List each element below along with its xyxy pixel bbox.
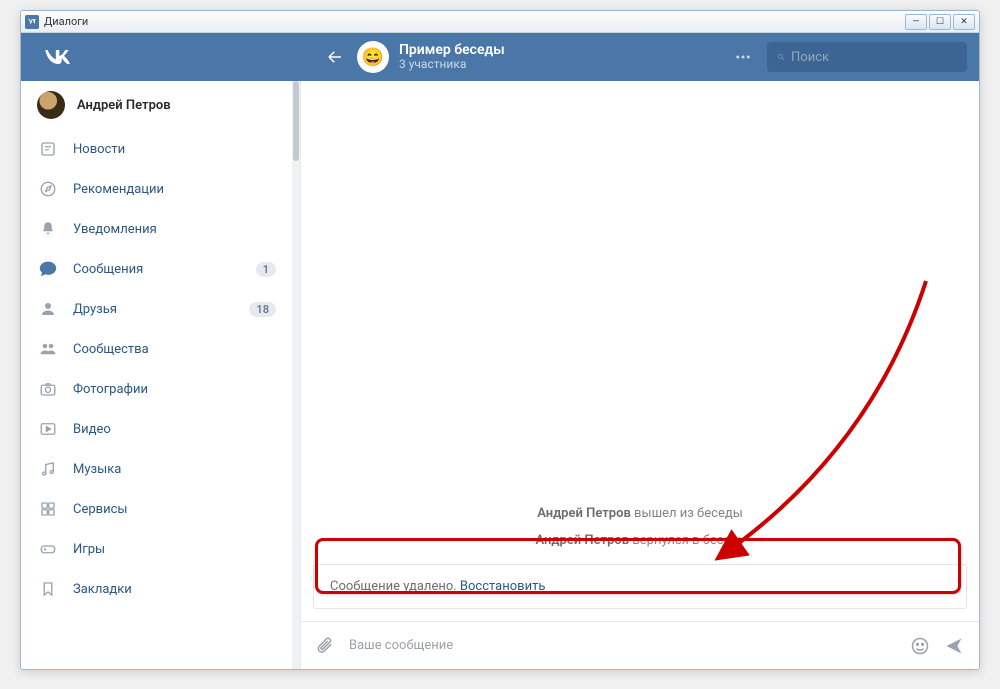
sidebar-item-bookmarks[interactable]: Закладки <box>21 569 300 609</box>
deleted-message-box: Сообщение удалено. Восстановить <box>313 564 967 609</box>
system-message-left: Андрей Петров вышел из беседы <box>301 500 979 527</box>
sidebar-scrollbar[interactable] <box>292 81 300 669</box>
profile-name: Андрей Петров <box>77 98 171 113</box>
window-title: Диалоги <box>44 15 903 28</box>
back-button[interactable] <box>321 43 349 71</box>
app-window: Диалоги — ☐ ✕ 😄 Пример беседы 3 участник… <box>20 10 980 670</box>
restore-link[interactable]: Восстановить <box>460 579 546 594</box>
message-list: Андрей Петров вышел из беседы Андрей Пет… <box>301 81 979 621</box>
close-button[interactable]: ✕ <box>953 14 975 30</box>
compass-icon <box>37 178 59 200</box>
sidebar-item-music[interactable]: Музыка <box>21 449 300 489</box>
app-body: 😄 Пример беседы 3 участника Андрей П <box>21 33 979 669</box>
send-button[interactable] <box>943 635 965 657</box>
composer-input[interactable] <box>349 638 897 653</box>
friends-badge: 18 <box>249 302 276 317</box>
search-box[interactable] <box>767 42 967 72</box>
messages-badge: 1 <box>256 262 276 277</box>
emoji-button[interactable] <box>909 635 931 657</box>
window-controls: — ☐ ✕ <box>903 14 975 30</box>
sidebar-item-messages[interactable]: Сообщения 1 <box>21 249 300 289</box>
sidebar-item-photos[interactable]: Фотографии <box>21 369 300 409</box>
deleted-message-text: Сообщение удалено. <box>330 579 460 594</box>
chat-more-button[interactable] <box>727 48 759 66</box>
profile-avatar <box>37 91 65 119</box>
news-icon <box>37 138 59 160</box>
sidebar-item-friends[interactable]: Друзья 18 <box>21 289 300 329</box>
sidebar-item-news[interactable]: Новости <box>21 129 300 169</box>
sidebar-item-notifications[interactable]: Уведомления <box>21 209 300 249</box>
chat-avatar[interactable]: 😄 <box>357 41 389 73</box>
titlebar: Диалоги — ☐ ✕ <box>21 11 979 33</box>
main-split: Андрей Петров Новости Рекомендации Уведо… <box>21 81 979 669</box>
video-icon <box>37 418 59 440</box>
search-icon <box>777 50 785 64</box>
sidebar-item-services[interactable]: Сервисы <box>21 489 300 529</box>
bell-icon <box>37 218 59 240</box>
minimize-button[interactable]: — <box>905 14 927 30</box>
vk-logo[interactable] <box>33 43 81 71</box>
chat-title: Пример беседы <box>399 42 505 58</box>
camera-icon <box>37 378 59 400</box>
music-icon <box>37 458 59 480</box>
sidebar-item-recommendations[interactable]: Рекомендации <box>21 169 300 209</box>
message-icon <box>37 258 59 280</box>
chat-titles: Пример беседы 3 участника <box>399 42 505 72</box>
system-message-returned: Андрей Петров вернулся в беседу <box>301 527 979 554</box>
groups-icon <box>37 338 59 360</box>
sidebar-item-video[interactable]: Видео <box>21 409 300 449</box>
gamepad-icon <box>37 538 59 560</box>
search-input[interactable] <box>791 50 957 65</box>
friends-icon <box>37 298 59 320</box>
topbar: 😄 Пример беседы 3 участника <box>21 33 979 81</box>
bookmark-icon <box>37 578 59 600</box>
chat-area: Андрей Петров вышел из беседы Андрей Пет… <box>301 81 979 669</box>
attach-button[interactable] <box>315 635 337 657</box>
composer <box>301 621 979 669</box>
sidebar-item-groups[interactable]: Сообщества <box>21 329 300 369</box>
app-icon <box>25 15 39 29</box>
sidebar: Андрей Петров Новости Рекомендации Уведо… <box>21 81 301 669</box>
maximize-button[interactable]: ☐ <box>929 14 951 30</box>
sidebar-item-games[interactable]: Игры <box>21 529 300 569</box>
chat-subtitle: 3 участника <box>399 58 505 72</box>
services-icon <box>37 498 59 520</box>
sidebar-profile[interactable]: Андрей Петров <box>21 81 300 129</box>
